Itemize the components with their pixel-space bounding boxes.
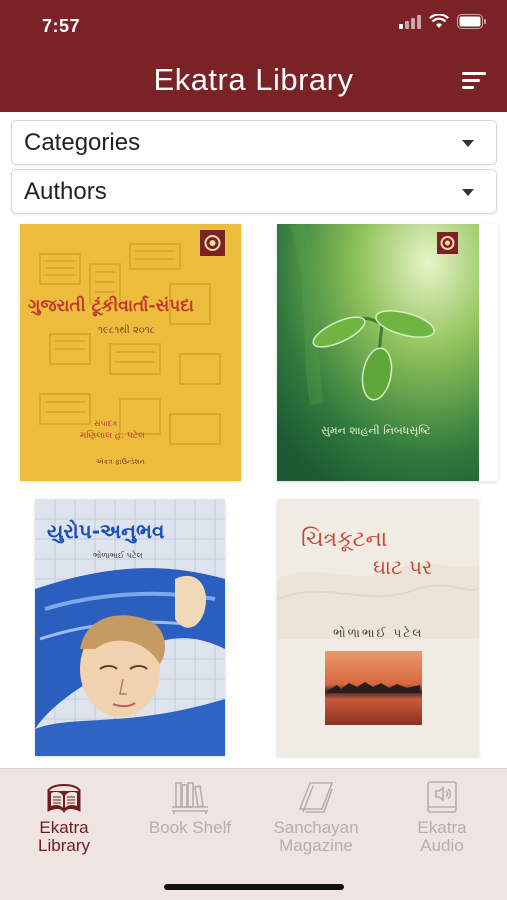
tab-book-shelf[interactable]: Book Shelf [127,769,253,869]
book-cover-chitrakutna-ghat-par[interactable]: ચિત્રકૂટના ઘાટ પર ભોળાભાઈ પટેલ [277,499,479,756]
book-cover-art [20,224,241,481]
authors-dropdown[interactable]: Authors [11,169,497,214]
book-cover-suman-shah[interactable]: સુમન શાહની નિબંધસૃષ્ટિ [277,224,498,481]
tab-ekatra-audio[interactable]: Ekatra Audio [379,769,505,869]
book-title: ગુજરાતી ટૂંકીવાર્તા-સંપદા [28,296,194,316]
chevron-down-icon [462,140,474,147]
signal-icon [399,14,421,29]
tab-label: Ekatra Library [38,818,90,855]
book-author: ભોળાભાઈ પટેલ [93,551,143,560]
home-indicator [164,884,344,890]
app-title: Ekatra Library [153,62,354,97]
battery-icon [457,14,486,29]
status-time: 7:57 [42,16,81,36]
chevron-down-icon [462,189,474,196]
tab-label: Sanchayan Magazine [273,818,359,855]
categories-dropdown[interactable]: Categories [11,120,497,165]
tab-label: Book Shelf [148,818,232,837]
categories-label: Categories [24,129,141,156]
menu-button[interactable] [459,68,489,92]
wifi-icon [429,14,449,28]
bottom-tab-bar: Ekatra Library Book Shelf Sanchayan Maga… [0,768,507,900]
book-title: યુરોપ-અનુભવ [47,519,165,543]
book-subtitle: ૧૯૮૧થી ૨૦૧૮ [98,325,156,336]
audio-book-icon [427,781,457,813]
tab-sanchayan-magazine[interactable]: Sanchayan Magazine [253,769,379,869]
book-author: ભોળાભાઈ પટેલ [333,626,424,640]
sort-lines-icon [462,72,486,89]
book-publisher: એકત્ર ફાઉન્ડેશન [96,458,145,466]
open-book-icon [47,784,81,814]
book-title-line2: ઘાટ પર [373,555,433,579]
status-icons [399,14,487,29]
book-editor-label: સંપાદક [94,419,118,428]
book-cover-gujarati-tunkivarta[interactable]: ગુજરાતી ટૂંકીવાર્તા-સંપદા ૧૯૮૧થી ૨૦૧૮ સં… [20,224,241,481]
book-editor: મણિલાલ હ. પટેલ [80,431,145,441]
magazine-icon [298,782,334,813]
tab-label: Ekatra Audio [417,818,467,855]
book-cover-art [277,224,479,481]
bookshelf-icon [172,782,208,814]
book-cover-europe-anubhav[interactable]: યુરોપ-અનુભવ ભોળાભાઈ પટેલ [35,499,225,756]
tab-ekatra-library[interactable]: Ekatra Library [1,769,127,869]
book-title-line1: ચિત્રકૂટના [301,527,388,552]
authors-label: Authors [24,178,107,205]
app-header: 7:57 Ekatra Library [0,0,507,112]
book-title: સુમન શાહની નિબંધસૃષ્ટિ [321,424,431,437]
